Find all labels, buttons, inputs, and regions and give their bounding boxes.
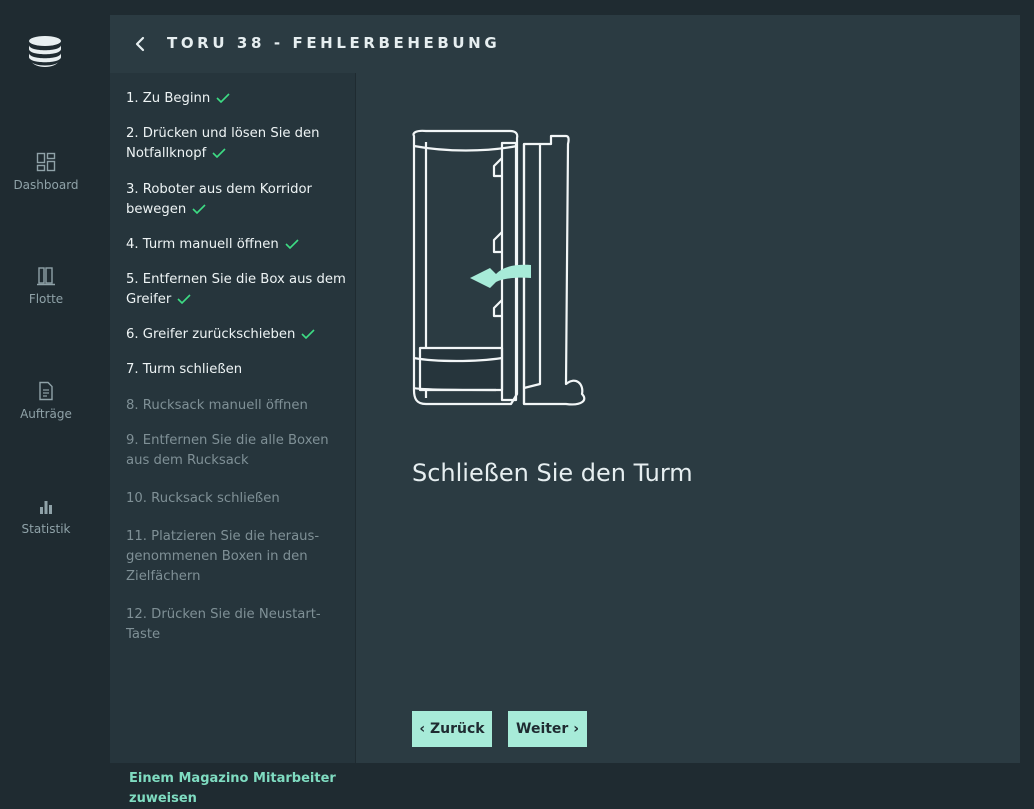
step-6[interactable]: 6. Greifer zurückschieben [126, 325, 348, 345]
nav-item-orders[interactable]: Aufträge [0, 381, 92, 421]
step-label: 11. Platzieren Sie die heraus-genommenen… [126, 529, 320, 584]
step-4[interactable]: 4. Turm manuell öffnen [126, 235, 348, 255]
nav-label-fleet: Flotte [28, 292, 64, 306]
statistics-icon [40, 501, 52, 514]
nav-item-dashboard[interactable]: Dashboard [0, 152, 92, 192]
step-label: 10. Rucksack schließen [126, 491, 280, 506]
step-label: 5. Entfernen Sie die Box aus dem Greifer [126, 272, 346, 307]
step-8: 8. Rucksack manuell öffnen [126, 396, 348, 416]
step-11: 11. Platzieren Sie die heraus-genommenen… [126, 527, 348, 587]
back-button[interactable]: ‹ Zurück [412, 711, 492, 747]
step-label: 8. Rucksack manuell öffnen [126, 398, 308, 413]
step-10: 10. Rucksack schließen [126, 489, 348, 509]
step-2[interactable]: 2. Drücken und lösen Sie den Notfallknop… [126, 124, 348, 164]
sidebar: Dashboard Flotte Aufträge Statistik [0, 0, 92, 776]
step-9: 9. Entfernen Sie die alle Boxen aus dem … [126, 431, 348, 471]
nav-label-orders: Aufträge [20, 407, 72, 421]
check-icon [192, 204, 206, 214]
step-label: 9. Entfernen Sie die alle Boxen aus dem … [126, 433, 329, 468]
step-label: 4. Turm manuell öffnen [126, 237, 279, 252]
nav-item-statistics[interactable]: Statistik [0, 496, 92, 536]
nav-item-fleet[interactable]: Flotte [0, 266, 92, 306]
magazino-logo[interactable] [25, 34, 65, 70]
troubleshooting-panel: TORU 38 - FEHLERBEHEBUNG 1. Zu Beginn 2.… [110, 15, 1020, 806]
step-content: Schließen Sie den Turm ‹ Zurück Weiter › [356, 73, 1020, 763]
step-label: 7. Turm schließen [126, 362, 243, 377]
step-label: 12. Drücken Sie die Neustart-Taste [126, 607, 321, 642]
check-icon [212, 148, 226, 158]
check-icon [216, 93, 230, 103]
panel-header: TORU 38 - FEHLERBEHEBUNG [110, 15, 1020, 74]
fleet-icon [37, 267, 55, 286]
step-7[interactable]: 7. Turm schließen [126, 360, 348, 380]
steps-list: 1. Zu Beginn 2. Drücken und lösen Sie de… [110, 73, 356, 806]
assign-employee-link[interactable]: Einem Magazino Mitarbeiter zuweisen [129, 769, 339, 809]
tower-illustration [412, 129, 586, 406]
instruction-text: Schließen Sie den Turm [412, 459, 693, 487]
step-label: 6. Greifer zurückschieben [126, 327, 296, 342]
orders-icon [39, 381, 53, 401]
page-title: TORU 38 - FEHLERBEHEBUNG [167, 34, 501, 52]
nav-label-statistics: Statistik [21, 522, 71, 536]
check-icon [301, 329, 315, 339]
step-12: 12. Drücken Sie die Neustart-Taste [126, 605, 348, 645]
step-5[interactable]: 5. Entfernen Sie die Box aus dem Greifer [126, 270, 348, 310]
check-icon [177, 294, 191, 304]
next-button[interactable]: Weiter › [508, 711, 587, 747]
chevron-left-icon[interactable] [132, 33, 148, 55]
check-icon [285, 239, 299, 249]
dashboard-icon [36, 152, 56, 172]
step-label: 3. Roboter aus dem Korridor bewegen [126, 182, 312, 217]
step-label: 1. Zu Beginn [126, 91, 211, 106]
step-1[interactable]: 1. Zu Beginn [126, 89, 348, 109]
nav-label-dashboard: Dashboard [13, 178, 79, 192]
step-3[interactable]: 3. Roboter aus dem Korridor bewegen [126, 180, 348, 220]
